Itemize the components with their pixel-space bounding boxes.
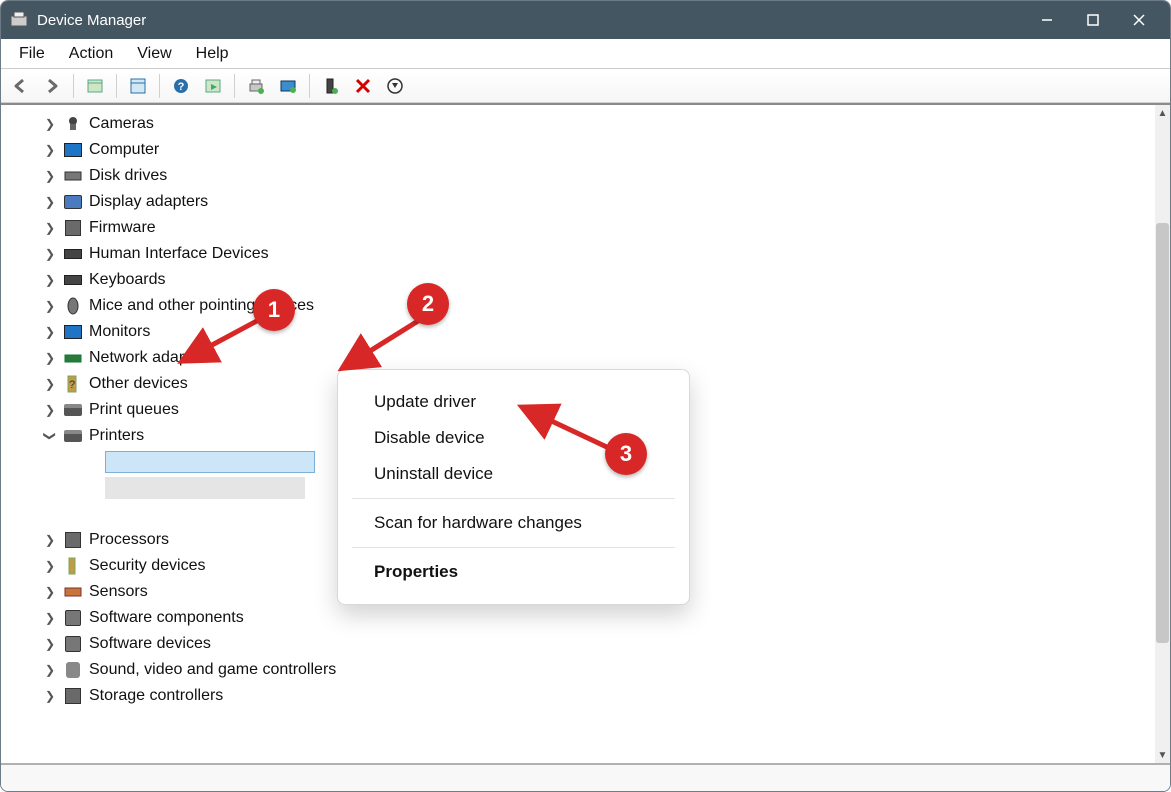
show-hide-tree-button[interactable] [82, 73, 108, 99]
sensor-icon [63, 583, 83, 601]
expand-icon[interactable] [43, 169, 57, 183]
scroll-down-icon[interactable]: ▼ [1155, 747, 1170, 763]
other-icon: ? [63, 375, 83, 393]
annotation-badge-3: 3 [605, 433, 647, 475]
expand-icon[interactable] [43, 689, 57, 703]
tree-node-firmware[interactable]: Firmware [19, 215, 1170, 241]
back-button[interactable] [7, 73, 33, 99]
help-button[interactable]: ? [168, 73, 194, 99]
device-manager-window: Device Manager File Action View Help ? C… [0, 0, 1171, 792]
printer-label [105, 451, 315, 473]
computer-icon [63, 141, 83, 159]
monitor-icon [63, 323, 83, 341]
properties-button[interactable] [125, 73, 151, 99]
expand-icon[interactable] [43, 663, 57, 677]
expand-icon[interactable] [43, 299, 57, 313]
scroll-thumb[interactable] [1156, 223, 1169, 643]
statusbar [1, 763, 1170, 791]
menu-file[interactable]: File [7, 41, 57, 67]
scan-hardware-button[interactable] [275, 73, 301, 99]
tree-node-sound[interactable]: Sound, video and game controllers [19, 657, 1170, 683]
expand-icon[interactable] [43, 143, 57, 157]
toolbar: ? [1, 69, 1170, 103]
mouse-icon [63, 297, 83, 315]
cm-separator [352, 498, 675, 499]
expand-icon[interactable] [43, 533, 57, 547]
tree-node-hid[interactable]: Human Interface Devices [19, 241, 1170, 267]
expand-icon[interactable] [43, 611, 57, 625]
tree-node-sw-components[interactable]: Software components [19, 605, 1170, 631]
expand-icon[interactable] [43, 637, 57, 651]
close-button[interactable] [1116, 1, 1162, 39]
printer-icon [79, 479, 99, 497]
tree-node-computer[interactable]: Computer [19, 137, 1170, 163]
storage-icon [63, 687, 83, 705]
camera-icon [63, 115, 83, 133]
printer-icon [79, 505, 99, 523]
menu-help[interactable]: Help [184, 41, 241, 67]
display-icon [63, 193, 83, 211]
vertical-scrollbar[interactable]: ▲ ▼ [1155, 105, 1170, 763]
processor-icon [63, 531, 83, 549]
window-title: Device Manager [37, 12, 146, 29]
cm-separator [352, 547, 675, 548]
network-icon [63, 349, 83, 367]
printer-icon [79, 453, 99, 471]
tree-node-sw-devices[interactable]: Software devices [19, 631, 1170, 657]
collapse-icon[interactable] [43, 429, 57, 443]
titlebar[interactable]: Device Manager [1, 1, 1170, 39]
swcomp-icon [63, 609, 83, 627]
scroll-up-icon[interactable]: ▲ [1155, 105, 1170, 121]
tree-node-keyboards[interactable]: Keyboards [19, 267, 1170, 293]
maximize-button[interactable] [1070, 1, 1116, 39]
svg-text:?: ? [69, 379, 75, 391]
expand-icon[interactable] [43, 221, 57, 235]
printqueue-icon [63, 401, 83, 419]
show-hidden-button[interactable] [382, 73, 408, 99]
update-driver-button[interactable] [243, 73, 269, 99]
expand-icon[interactable] [43, 195, 57, 209]
cm-properties[interactable]: Properties [338, 554, 689, 590]
expand-icon[interactable] [43, 325, 57, 339]
expand-icon[interactable] [43, 403, 57, 417]
svg-text:?: ? [178, 81, 185, 93]
swdev-icon [63, 635, 83, 653]
tree-node-storage[interactable]: Storage controllers [19, 683, 1170, 709]
uninstall-device-button[interactable] [350, 73, 376, 99]
annotation-badge-1: 1 [253, 289, 295, 331]
menu-view[interactable]: View [125, 41, 183, 67]
keyboard-icon [63, 271, 83, 289]
tree-node-cameras[interactable]: Cameras [19, 111, 1170, 137]
app-icon [9, 10, 29, 30]
printer-icon [63, 427, 83, 445]
expand-icon[interactable] [43, 559, 57, 573]
action-sheet-button[interactable] [200, 73, 226, 99]
firmware-icon [63, 219, 83, 237]
annotation-badge-2: 2 [407, 283, 449, 325]
cm-scan-hardware[interactable]: Scan for hardware changes [338, 505, 689, 541]
tree-node-disk-drives[interactable]: Disk drives [19, 163, 1170, 189]
menubar: File Action View Help [1, 39, 1170, 69]
enable-device-button[interactable] [318, 73, 344, 99]
disk-icon [63, 167, 83, 185]
hid-icon [63, 245, 83, 263]
expand-icon[interactable] [43, 377, 57, 391]
expand-icon[interactable] [43, 117, 57, 131]
expand-icon[interactable] [43, 585, 57, 599]
forward-button[interactable] [39, 73, 65, 99]
expand-icon[interactable] [43, 273, 57, 287]
sound-icon [63, 661, 83, 679]
expand-icon[interactable] [43, 351, 57, 365]
security-icon [63, 557, 83, 575]
minimize-button[interactable] [1024, 1, 1070, 39]
menu-action[interactable]: Action [57, 41, 125, 67]
expand-icon[interactable] [43, 247, 57, 261]
printer-label [105, 477, 305, 499]
tree-node-display-adapters[interactable]: Display adapters [19, 189, 1170, 215]
